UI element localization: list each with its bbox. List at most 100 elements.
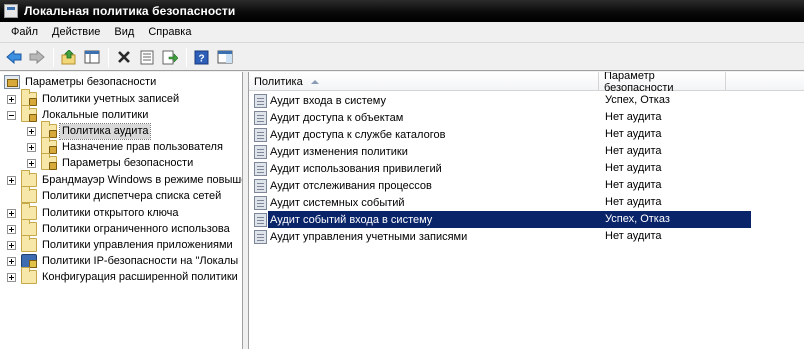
tree-item-ip-security[interactable]: Политики IP-безопасности на "Локалы [7, 253, 240, 269]
menu-action[interactable]: Действие [45, 23, 107, 42]
title-bar[interactable]: Локальная политика безопасности [0, 0, 804, 22]
tree-item-user-rights[interactable]: Назначение прав пользователя [27, 137, 225, 155]
column-header-policy[interactable]: Политика [249, 72, 599, 91]
policy-name: Аудит изменения политики [270, 145, 408, 158]
tree-item-account-policies[interactable]: Политики учетных записей [7, 89, 181, 107]
up-folder-icon [61, 49, 75, 64]
help-icon: ? [194, 50, 209, 64]
policy-setting: Нет аудита [605, 230, 662, 242]
column-header-label: Параметр безопасности [604, 72, 674, 94]
expand-icon[interactable] [7, 208, 16, 218]
tree-item-label: Конфигурация расширенной политики [42, 270, 238, 283]
expand-icon[interactable] [7, 94, 16, 104]
expand-icon[interactable] [7, 175, 16, 185]
tree-item-label: Политики диспетчера списка сетей [42, 189, 222, 202]
expand-icon[interactable] [7, 272, 16, 282]
properties-button[interactable] [136, 47, 157, 68]
toolbar-separator [186, 47, 187, 67]
policy-name: Аудит событий входа в систему [270, 213, 433, 226]
tree-item-label: Параметры безопасности [62, 156, 194, 169]
show-hide-action-pane-button[interactable] [214, 47, 235, 68]
console-tree[interactable]: Параметры безопасности Политики учетных … [0, 72, 243, 349]
policy-icon [254, 212, 267, 227]
tree-item-windows-firewall[interactable]: Брандмауэр Windows в режиме повыше [7, 170, 243, 188]
table-row[interactable]: Аудит доступа к службе каталогов Нет ауд… [249, 126, 759, 143]
expand-icon[interactable] [27, 158, 36, 168]
tree-root[interactable]: Параметры безопасности [4, 74, 158, 90]
expand-icon[interactable] [7, 240, 16, 250]
delete-button[interactable] [113, 47, 134, 68]
policy-icon [254, 229, 267, 244]
policy-folder-icon [41, 137, 57, 154]
policy-name: Аудит системных событий [270, 196, 405, 209]
tree-item-software-restriction[interactable]: Политики ограниченного использова [7, 219, 232, 237]
expand-icon[interactable] [27, 126, 36, 136]
table-row[interactable]: Аудит управления учетными записями Нет а… [249, 228, 759, 245]
back-button[interactable] [3, 47, 24, 68]
policy-folder-icon [21, 105, 37, 122]
policy-name: Аудит доступа к объектам [270, 111, 404, 124]
tree-item-public-key-policies[interactable]: Политики открытого ключа [7, 203, 180, 221]
menu-bar: Файл Действие Вид Справка [0, 22, 804, 43]
policy-setting: Успех, Отказ [605, 213, 670, 225]
expand-icon[interactable] [7, 224, 16, 234]
column-header-label: Политика [254, 75, 303, 88]
toolbar: ? [0, 44, 804, 71]
export-icon [162, 50, 178, 64]
tree-item-label: Политики IP-безопасности на "Локалы [42, 254, 239, 267]
window-title: Локальная политика безопасности [24, 4, 236, 18]
policy-setting: Нет аудита [605, 179, 662, 191]
menu-file[interactable]: Файл [4, 23, 45, 42]
back-icon [5, 50, 21, 64]
table-row[interactable]: Аудит доступа к объектам Нет аудита [249, 109, 759, 126]
table-row[interactable]: Аудит использования привилегий Нет аудит… [249, 160, 759, 177]
policy-icon [254, 195, 267, 210]
policy-setting: Нет аудита [605, 111, 662, 123]
column-header-security-setting[interactable]: Параметр безопасности [599, 72, 726, 94]
expand-icon[interactable] [27, 142, 36, 152]
table-row[interactable]: Аудит входа в систему Успех, Отказ [249, 92, 759, 109]
show-hide-console-tree-button[interactable] [81, 47, 102, 68]
table-row[interactable]: Аудит системных событий Нет аудита [249, 194, 759, 211]
policy-setting: Нет аудита [605, 128, 662, 140]
menu-view[interactable]: Вид [107, 23, 141, 42]
policy-name: Аудит доступа к службе каталогов [270, 128, 446, 141]
list-header: Политика Параметр безопасности [249, 72, 804, 94]
properties-icon [140, 50, 153, 64]
folder-icon [21, 235, 37, 252]
policy-setting: Нет аудита [605, 162, 662, 174]
svg-text:?: ? [198, 53, 204, 64]
tree-item-advanced-audit[interactable]: Конфигурация расширенной политики [7, 267, 240, 285]
table-row[interactable]: Аудит изменения политики Нет аудита [249, 143, 759, 160]
table-row[interactable]: Аудит отслеживания процессов Нет аудита [249, 177, 759, 194]
policy-list[interactable]: Политика Параметр безопасности Аудит вхо… [249, 72, 804, 349]
up-one-level-button[interactable] [58, 47, 79, 68]
forward-button[interactable] [26, 47, 47, 68]
policy-icon [254, 127, 267, 142]
tree-item-security-options[interactable]: Параметры безопасности [27, 153, 195, 171]
action-pane-icon [217, 50, 232, 64]
folder-icon [21, 267, 37, 284]
tree-item-application-control[interactable]: Политики управления приложениями [7, 235, 235, 253]
expand-icon[interactable] [7, 256, 16, 266]
policy-name: Аудит использования привилегий [270, 162, 442, 175]
tree-item-label: Брандмауэр Windows в режиме повыше [42, 173, 243, 186]
tree-item-label: Локальные политики [42, 108, 149, 121]
tree-item-label: Политики управления приложениями [42, 238, 233, 251]
collapse-icon[interactable] [7, 110, 16, 120]
folder-icon [21, 219, 37, 236]
help-button[interactable]: ? [191, 47, 212, 68]
export-list-button[interactable] [159, 47, 180, 68]
policy-setting: Нет аудита [605, 196, 662, 208]
delete-icon [117, 51, 130, 63]
tree-item-label: Политики учетных записей [42, 92, 180, 105]
tree-item-local-policies[interactable]: Локальные политики [7, 105, 150, 123]
tree-item-network-list-policies[interactable]: Политики диспетчера списка сетей [7, 186, 223, 204]
table-row-selected[interactable]: Аудит событий входа в систему Успех, Отк… [249, 211, 759, 228]
menu-help[interactable]: Справка [141, 23, 198, 42]
policy-icon [254, 110, 267, 125]
security-policy-app-icon [4, 4, 18, 18]
ip-security-icon [21, 254, 37, 268]
sort-ascending-icon [310, 79, 319, 84]
policy-name: Аудит отслеживания процессов [270, 179, 432, 192]
